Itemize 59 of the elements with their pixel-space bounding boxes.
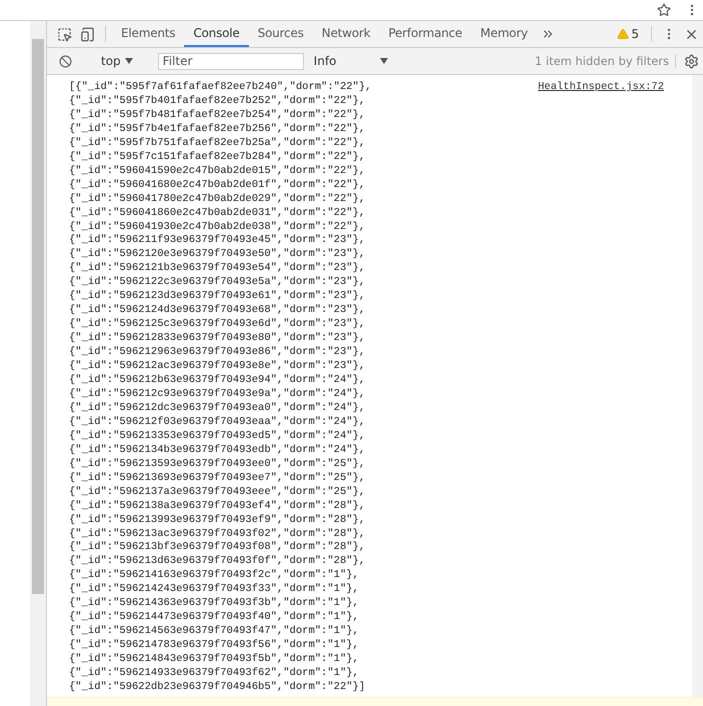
console-line: {"_id":"596041780e2c47b0ab2de029","dorm":"22"}, — [69, 192, 366, 207]
console-line: [{"_id":"595f7af61fafaef82ee7b240","dorm":"22"}, — [69, 81, 372, 95]
console-scrollbar[interactable] — [692, 75, 703, 697]
console-line: {"_id":"596212b63e96379f70493e94","dorm":"24"}, — [69, 374, 366, 388]
console-line: {"_id":"596214243e96379f70493f33","dorm":"1"}, — [69, 583, 359, 597]
console-line: {"_id":"596214363e96379f70493f3b","dorm":"1"}, — [69, 597, 359, 611]
warning-icon — [617, 28, 630, 40]
console-line: {"_id":"596214563e96379f70493f47","dorm":"1"}, — [69, 625, 359, 639]
console-line: {"_id":"59622db23e96379f704946b5","dorm":"22"}] — [69, 680, 366, 695]
warning-counter[interactable]: 5 — [611, 21, 645, 47]
console-line: {"_id":"595f7b751fafaef82ee7b25a","dorm":"22"}, — [69, 136, 366, 151]
console-line: {"_id":"5962137a3e96379f70493eee","dorm":"25"}, — [69, 486, 366, 500]
console-line: {"_id":"596212f03e96379f70493eaa","dorm":"24"}, — [69, 416, 366, 430]
devtools-tab[interactable]: Sources — [248, 21, 313, 47]
source-link[interactable]: HealthInspect.jsx:72 — [538, 81, 664, 95]
console-line: {"_id":"596041590e2c47b0ab2de015","dorm":"22"}, — [69, 164, 366, 179]
console-line: {"_id":"596213ac3e96379f70493f02","dorm":"28"}, — [69, 528, 366, 541]
console-line: {"_id":"596213353e96379f70493ed5","dorm":"24"}, — [69, 430, 366, 444]
console-line: {"_id":"5962120e3e96379f70493e50","dorm":"23"}, — [69, 248, 366, 262]
console-line: {"_id":"596214843e96379f70493f5b","dorm":"1"}, — [69, 653, 359, 667]
console-line: {"_id":"596212c93e96379f70493e9a","dorm":"24"}, — [69, 388, 366, 402]
context-dropdown[interactable]: top — [97, 54, 137, 68]
console-line: {"_id":"5962125c3e96379f70493e6d","dorm":"23"}, — [69, 318, 366, 332]
devtools-tab[interactable]: Performance — [379, 21, 472, 47]
console-line: {"_id":"596212dc3e96379f70493ea0","dorm":"24"}, — [69, 402, 366, 416]
console-line: {"_id":"595f7b481fafaef82ee7b254","dorm":"22"}, — [69, 108, 366, 123]
console-line: {"_id":"596212833e96379f70493e80","dorm":"23"}, — [69, 332, 366, 346]
console-line: {"_id":"5962123d3e96379f70493e61","dorm":"23"}, — [69, 290, 366, 304]
console-line: {"_id":"595f7b401fafaef82ee7b252","dorm":"22"}, — [69, 94, 366, 109]
console-line: {"_id":"596213693e96379f70493ee7","dorm":"25"}, — [69, 472, 366, 486]
console-line: {"_id":"596211f93e96379f70493e45","dorm":"23"}, — [69, 234, 366, 248]
devtools-tab[interactable]: Memory — [471, 21, 537, 47]
console-line: {"_id":"596214473e96379f70493f40","dorm":"1"}, — [69, 611, 359, 625]
console-line: {"_id":"596212ac3e96379f70493e8e","dorm":"23"}, — [69, 360, 366, 374]
console-line: {"_id":"596214163e96379f70493f2c","dorm":"1"}, — [69, 569, 359, 583]
console-line: {"_id":"5962122c3e96379f70493e5a","dorm":"23"}, — [69, 276, 366, 290]
console-line: {"_id":"5962138a3e96379f70493ef4","dorm":"28"}, — [69, 500, 366, 514]
hidden-items-notice: 1 item hidden by filters — [534, 54, 676, 68]
console-line: {"_id":"596041680e2c47b0ab2de01f","dorm":"22"}, — [69, 178, 366, 193]
console-line: {"_id":"5962134b3e96379f70493edb","dorm":"24"}, — [69, 444, 366, 458]
console-line: {"_id":"596213d63e96379f70493f0f","dorm":"28"}, — [69, 555, 366, 569]
console-line: {"_id":"596214783e96379f70493f56","dorm":"1"}, — [69, 639, 359, 653]
page-scrollbar[interactable] — [30, 21, 46, 706]
log-level-dropdown[interactable]: Info — [308, 54, 394, 68]
console-line: {"_id":"596041860e2c47b0ab2de031","dorm":"22"}, — [69, 206, 366, 221]
console-line: {"_id":"596041930e2c47b0ab2de038","dorm":"22"}, — [69, 220, 366, 234]
console-line: {"_id":"595f7b4e1fafaef82ee7b256","dorm":"22"}, — [69, 122, 366, 137]
devtools-tab[interactable]: Network — [312, 21, 380, 47]
filter-field[interactable]: Filter — [158, 52, 304, 70]
console-line: {"_id":"595f7c151fafaef82ee7b284","dorm":"22"}, — [69, 150, 366, 165]
console-line: {"_id":"596213993e96379f70493ef9","dorm":"28"}, — [69, 514, 366, 528]
console-line: {"_id":"596214933e96379f70493f62","dorm":"1"}, — [69, 667, 359, 681]
console-line: {"_id":"596213bf3e96379f70493f08","dorm":"28"}, — [69, 541, 366, 555]
bookmark-star-icon[interactable] — [657, 3, 671, 17]
console-line: {"_id":"596212963e96379f70493e86","dorm":"23"}, — [69, 346, 366, 360]
console-line: {"_id":"5962121b3e96379f70493e54","dorm":"23"}, — [69, 262, 366, 276]
console-line: {"_id":"5962124d3e96379f70493e68","dorm":"23"}, — [69, 304, 366, 318]
devtools-tab[interactable]: Elements — [112, 21, 184, 47]
console-line: {"_id":"596213593e96379f70493ee0","dorm":"25"}, — [69, 458, 366, 472]
